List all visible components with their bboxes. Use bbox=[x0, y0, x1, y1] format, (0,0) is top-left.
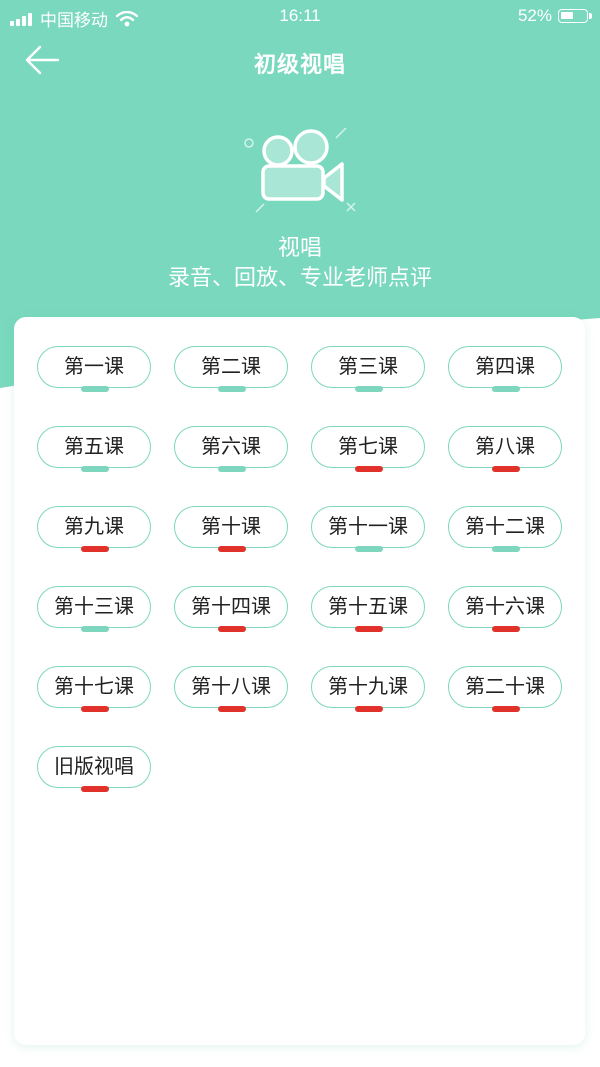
lesson-label: 第十课 bbox=[201, 514, 261, 538]
lesson-button[interactable]: 第六课 bbox=[174, 426, 288, 472]
lesson-button[interactable]: 第十二课 bbox=[448, 506, 562, 552]
lesson-status-indicator bbox=[218, 626, 246, 632]
lesson-label: 第四课 bbox=[475, 354, 535, 378]
lesson-button[interactable]: 第十六课 bbox=[448, 586, 562, 632]
lesson-label: 第十五课 bbox=[328, 594, 408, 618]
lesson-button[interactable]: 第五课 bbox=[37, 426, 151, 472]
lesson-button[interactable]: 旧版视唱 bbox=[37, 746, 151, 792]
lesson-status-indicator bbox=[81, 546, 109, 552]
lesson-label: 第二十课 bbox=[465, 674, 545, 698]
lesson-status-indicator bbox=[81, 706, 109, 712]
lesson-label: 第九课 bbox=[64, 514, 124, 538]
lesson-button[interactable]: 第十四课 bbox=[174, 586, 288, 632]
nav-bar: 初级视唱 bbox=[0, 34, 600, 90]
lesson-button[interactable]: 第七课 bbox=[311, 426, 425, 472]
lesson-button[interactable]: 第九课 bbox=[37, 506, 151, 552]
lesson-status-indicator bbox=[81, 626, 109, 632]
lesson-status-indicator bbox=[218, 546, 246, 552]
lesson-button[interactable]: 第十五课 bbox=[311, 586, 425, 632]
hero-subtitle: 录音、回放、专业老师点评 bbox=[167, 266, 432, 291]
status-right: 52% bbox=[517, 6, 592, 26]
lesson-button[interactable]: 第十七课 bbox=[37, 666, 151, 712]
lesson-label: 第十一课 bbox=[328, 514, 408, 538]
lesson-status-indicator bbox=[355, 546, 383, 552]
page-title: 初级视唱 bbox=[253, 53, 346, 78]
lesson-button[interactable]: 第二课 bbox=[174, 346, 288, 392]
lesson-status-indicator bbox=[492, 626, 520, 632]
lesson-status-indicator bbox=[355, 626, 383, 632]
lesson-label: 第八课 bbox=[475, 434, 535, 458]
lesson-status-indicator bbox=[492, 706, 520, 712]
status-time: 16:11 bbox=[279, 6, 321, 25]
lesson-label: 第十二课 bbox=[465, 514, 545, 538]
lesson-status-indicator bbox=[355, 386, 383, 392]
lesson-status-indicator bbox=[218, 706, 246, 712]
lesson-label: 第二课 bbox=[201, 354, 261, 378]
lesson-status-indicator bbox=[81, 386, 109, 392]
lesson-button[interactable]: 第八课 bbox=[448, 426, 562, 472]
lesson-button[interactable]: 第十一课 bbox=[311, 506, 425, 552]
battery-percent: 52% bbox=[517, 6, 552, 25]
lesson-label: 第六课 bbox=[201, 434, 261, 458]
lesson-status-indicator bbox=[492, 546, 520, 552]
lesson-button[interactable]: 第十三课 bbox=[37, 586, 151, 632]
lesson-button[interactable]: 第四课 bbox=[448, 346, 562, 392]
lesson-button[interactable]: 第十九课 bbox=[311, 666, 425, 712]
lesson-button[interactable]: 第十八课 bbox=[174, 666, 288, 712]
lesson-status-indicator bbox=[492, 386, 520, 392]
lesson-label: 第一课 bbox=[64, 354, 124, 378]
lesson-label: 第十三课 bbox=[54, 594, 134, 618]
lesson-status-indicator bbox=[218, 386, 246, 392]
lesson-label: 旧版视唱 bbox=[54, 754, 134, 778]
hero-title: 视唱 bbox=[277, 236, 322, 261]
lesson-button[interactable]: 第二十课 bbox=[448, 666, 562, 712]
lesson-label: 第十七课 bbox=[54, 674, 134, 698]
lesson-status-indicator bbox=[355, 466, 383, 472]
lesson-label: 第五课 bbox=[64, 434, 124, 458]
lesson-label: 第十八课 bbox=[191, 674, 271, 698]
lesson-label: 第十六课 bbox=[465, 594, 545, 618]
lesson-status-indicator bbox=[355, 706, 383, 712]
lesson-button[interactable]: 第三课 bbox=[311, 346, 425, 392]
lesson-status-indicator bbox=[81, 786, 109, 792]
status-bar: 中国移动 16:11 52% bbox=[0, 0, 600, 34]
lesson-status-indicator bbox=[492, 466, 520, 472]
video-camera-icon bbox=[244, 127, 356, 213]
lesson-button[interactable]: 第一课 bbox=[37, 346, 151, 392]
lesson-status-indicator bbox=[81, 466, 109, 472]
battery-icon bbox=[558, 9, 592, 23]
lesson-card: 第一课 第二课 第三课 第四课第五课 第六课 第七课 第八课第九课 第十课 第十一课 第十二课第十… bbox=[14, 317, 585, 1045]
lesson-label: 第十四课 bbox=[191, 594, 271, 618]
lesson-status-indicator bbox=[218, 466, 246, 472]
lesson-label: 第十九课 bbox=[328, 674, 408, 698]
lesson-label: 第三课 bbox=[338, 354, 398, 378]
lesson-button[interactable]: 第十课 bbox=[174, 506, 288, 552]
lesson-label: 第七课 bbox=[338, 434, 398, 458]
